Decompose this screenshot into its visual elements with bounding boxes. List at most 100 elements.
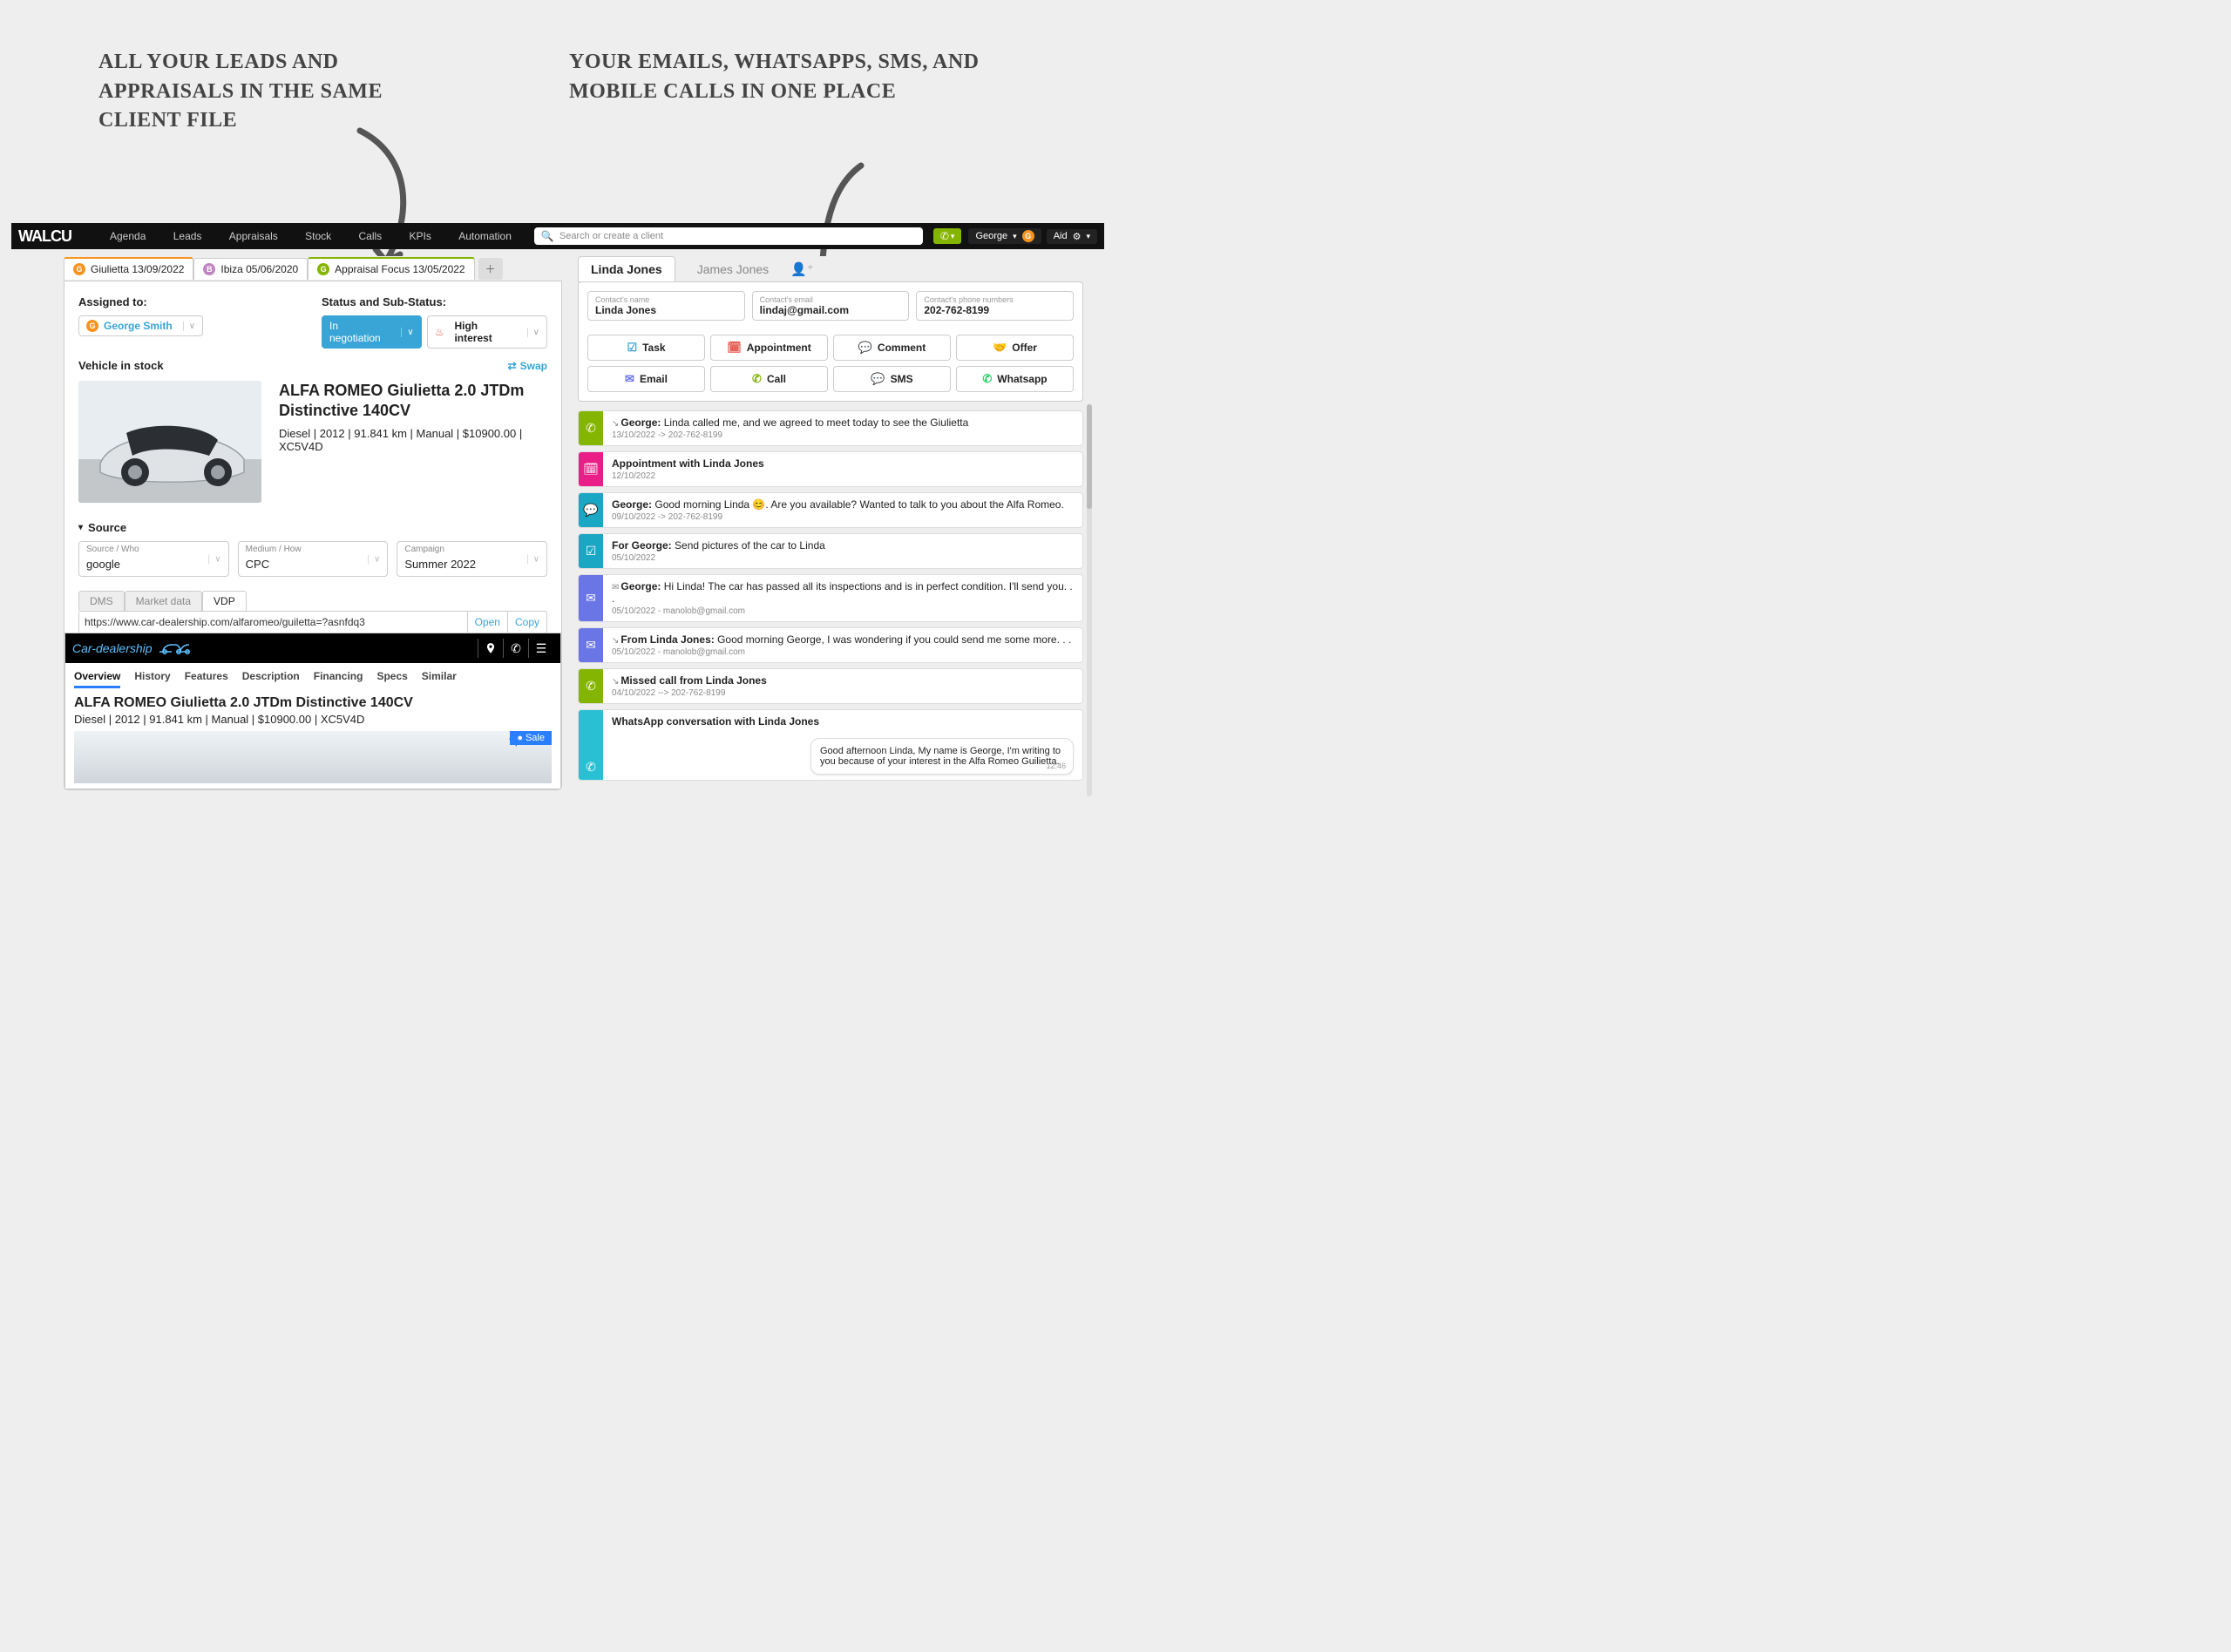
- status-label: Status and Sub-Status:: [322, 295, 547, 308]
- scrollbar[interactable]: [1087, 404, 1092, 796]
- call-button[interactable]: ✆Call: [710, 366, 828, 392]
- nav-stock[interactable]: Stock: [305, 230, 331, 242]
- chevron-down-icon: ▾: [1086, 232, 1090, 241]
- nav-kpis[interactable]: KPIs: [410, 230, 431, 242]
- substatus-dropdown[interactable]: ♨ High interest ∨: [427, 315, 547, 349]
- assigned-dropdown[interactable]: G George Smith ∨: [78, 315, 203, 336]
- offer-button[interactable]: 🤝Offer: [956, 335, 1074, 361]
- car-logo-icon: [158, 640, 194, 658]
- source-who-dropdown[interactable]: Source / Who google ∨: [78, 541, 229, 577]
- contact-tab-linda[interactable]: Linda Jones: [578, 256, 675, 282]
- vehicle-label: Vehicle in stock: [78, 359, 164, 372]
- comment-label: Comment: [878, 342, 926, 354]
- call-button-top[interactable]: ✆ ▾: [933, 228, 962, 244]
- contact-name-value: Linda Jones: [595, 304, 737, 316]
- vdp-nav-specs[interactable]: Specs: [376, 670, 407, 688]
- avatar: G: [86, 320, 98, 332]
- email-icon: ✉: [625, 372, 634, 386]
- nav-agenda[interactable]: Agenda: [110, 230, 146, 242]
- topbar: WALCU Agenda Leads Appraisals Stock Call…: [11, 223, 1104, 249]
- calendar-icon: 🗓: [579, 452, 603, 486]
- aid-menu[interactable]: Aid ⚙ ▾: [1047, 229, 1097, 244]
- source-who-label: Source / Who: [86, 545, 221, 554]
- status-dropdown[interactable]: In negotiation ∨: [322, 315, 422, 349]
- appointment-button[interactable]: 🗓 Appointment: [710, 335, 828, 361]
- nav-appraisals[interactable]: Appraisals: [229, 230, 278, 242]
- lead-tab-label: Giulietta 13/09/2022: [91, 263, 184, 275]
- vdp-open-button[interactable]: Open: [467, 612, 507, 633]
- calendar-icon: 🗓: [727, 341, 742, 355]
- contact-email-field[interactable]: Contact's email lindaj@gmail.com: [752, 291, 910, 321]
- tab-market-data[interactable]: Market data: [125, 591, 202, 611]
- phone-icon[interactable]: ✆: [503, 639, 528, 658]
- whatsapp-button[interactable]: ✆Whatsapp: [956, 366, 1074, 392]
- appointment-label: Appointment: [747, 342, 811, 354]
- campaign-label: Campaign: [404, 545, 539, 554]
- timeline-item-appointment[interactable]: 🗓 Appointment with Linda Jones 12/10/202…: [578, 451, 1083, 487]
- tab-dms[interactable]: DMS: [78, 591, 125, 611]
- comment-button[interactable]: 💬 Comment: [833, 335, 951, 361]
- contact-email-value: lindaj@gmail.com: [760, 304, 902, 316]
- timeline-date: 04/10/2022 --> 202-762-8199: [612, 688, 1074, 698]
- timeline-item-whatsapp[interactable]: ✆ WhatsApp conversation with Linda Jones…: [578, 709, 1083, 781]
- search-placeholder: Search or create a client: [559, 231, 663, 241]
- status-value: In negotiation: [329, 320, 390, 344]
- nav-automation[interactable]: Automation: [458, 230, 512, 242]
- vdp-copy-button[interactable]: Copy: [507, 612, 546, 633]
- timeline-item-missed-call[interactable]: ✆ ↘Missed call from Linda Jones 04/10/20…: [578, 668, 1083, 704]
- vdp-nav-description[interactable]: Description: [242, 670, 300, 688]
- comment-icon: 💬: [858, 341, 872, 355]
- lead-badge-icon: G: [73, 263, 85, 275]
- menu-icon[interactable]: ☰: [528, 639, 553, 658]
- search-icon: 🔍: [541, 230, 554, 242]
- add-lead-button[interactable]: ＋: [478, 258, 503, 280]
- search-input[interactable]: 🔍 Search or create a client: [534, 227, 923, 245]
- nav-calls[interactable]: Calls: [359, 230, 383, 242]
- chevron-down-icon: ∨: [401, 328, 413, 337]
- lead-tab-giulietta[interactable]: G Giulietta 13/09/2022: [64, 257, 193, 280]
- vdp-nav-financing[interactable]: Financing: [314, 670, 363, 688]
- vdp-nav-similar[interactable]: Similar: [422, 670, 457, 688]
- campaign-dropdown[interactable]: Campaign Summer 2022 ∨: [397, 541, 547, 577]
- timeline-item-email-in[interactable]: ✉ ↘From Linda Jones: Good morning George…: [578, 627, 1083, 663]
- chevron-down-icon: ∨: [208, 554, 220, 564]
- contact-email-label: Contact's email: [760, 295, 902, 304]
- lead-tab-ibiza[interactable]: B Ibiza 05/06/2020: [193, 258, 308, 280]
- add-contact-button[interactable]: 👤⁺: [790, 261, 814, 277]
- lead-badge-icon: G: [317, 263, 329, 275]
- chevron-down-icon: ▾: [951, 232, 955, 241]
- annotation-left: All your leads and appraisals in the sam…: [98, 48, 465, 136]
- vehicle-title: ALFA ROMEO Giulietta 2.0 JTDm Distinctiv…: [279, 381, 547, 420]
- nav-leads[interactable]: Leads: [173, 230, 202, 242]
- swap-icon: ⇄: [508, 360, 517, 372]
- contact-name-field[interactable]: Contact's name Linda Jones: [587, 291, 745, 321]
- timeline-item-email-out[interactable]: ✉ ✉George: Hi Linda! The car has passed …: [578, 574, 1083, 622]
- sms-button[interactable]: 💬SMS: [833, 366, 951, 392]
- timeline-date: 09/10/2022 -> 202-762-8199: [612, 512, 1074, 522]
- lead-tab-label: Ibiza 05/06/2020: [220, 263, 298, 275]
- task-button[interactable]: ☑Task: [587, 335, 705, 361]
- offer-icon: 🤝: [993, 341, 1007, 355]
- timeline: ✆ ↘George: Linda called me, and we agree…: [578, 410, 1083, 781]
- medium-dropdown[interactable]: Medium / How CPC ∨: [238, 541, 389, 577]
- timeline-item-sms[interactable]: 💬 George: Good morning Linda 😊. Are you …: [578, 492, 1083, 528]
- source-toggle[interactable]: ▾ Source: [78, 521, 126, 534]
- user-menu[interactable]: George ▾ G: [968, 228, 1041, 244]
- contact-phone-field[interactable]: Contact's phone numbers 202-762-8199: [916, 291, 1074, 321]
- contact-tab-james[interactable]: James Jones: [684, 256, 782, 282]
- location-icon[interactable]: [478, 639, 503, 658]
- timeline-item-task[interactable]: ☑ For George: Send pictures of the car t…: [578, 533, 1083, 569]
- vdp-nav-history[interactable]: History: [134, 670, 170, 688]
- tab-vdp[interactable]: VDP: [202, 591, 247, 611]
- vehicle-meta: Diesel | 2012 | 91.841 km | Manual | $10…: [279, 427, 547, 453]
- swap-button[interactable]: ⇄ Swap: [508, 360, 547, 372]
- lead-tab-appraisal[interactable]: G Appraisal Focus 13/05/2022: [308, 257, 474, 280]
- vdp-nav-overview[interactable]: Overview: [74, 670, 120, 688]
- timeline-item-call[interactable]: ✆ ↘George: Linda called me, and we agree…: [578, 410, 1083, 446]
- chevron-down-icon: ∨: [183, 322, 195, 331]
- user-name: George: [975, 231, 1007, 241]
- gear-icon: ⚙: [1073, 231, 1082, 242]
- email-button[interactable]: ✉Email: [587, 366, 705, 392]
- arrow-left: [342, 122, 447, 279]
- vdp-nav-features[interactable]: Features: [185, 670, 228, 688]
